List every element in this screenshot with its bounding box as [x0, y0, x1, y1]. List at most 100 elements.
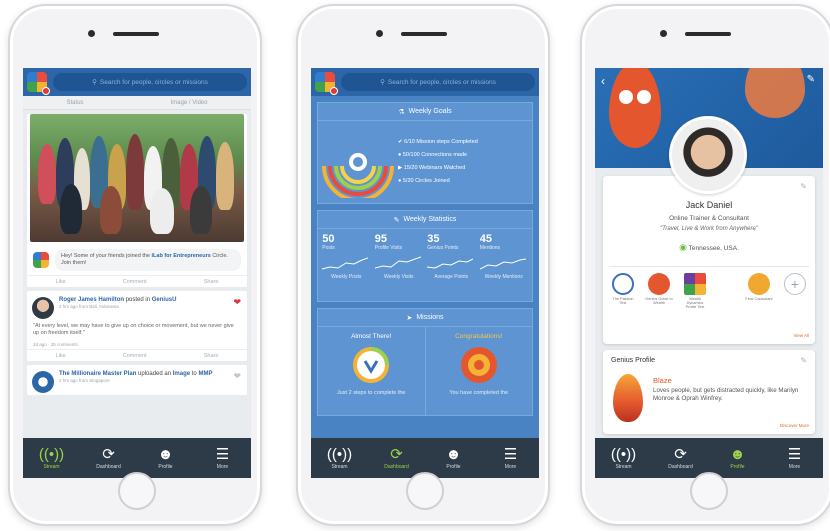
front-camera [376, 30, 383, 37]
tab-stream[interactable]: ((•)) Stream [595, 438, 652, 478]
tab-dashboard[interactable]: ⟳ Dashboard [80, 438, 137, 478]
stat-value: 45 [479, 233, 492, 245]
join-message-text: Hey! Some of your friends joined the [61, 253, 150, 259]
share-button[interactable]: Share [204, 353, 219, 359]
discover-more-link[interactable]: Discover More [780, 423, 809, 428]
refresh-icon: ⟳ [674, 445, 687, 463]
heart-icon[interactable]: ❤ [233, 297, 241, 308]
tab-profile[interactable]: ☻ Profile [425, 438, 482, 478]
post-author-link[interactable]: Roger James Hamilton [59, 297, 124, 303]
edit-icon[interactable]: ✎ [807, 74, 815, 85]
join-message[interactable]: Hey! Some of your friends joined the iLa… [55, 249, 241, 271]
search-input[interactable]: ⚲ Search for people, circles or missions [341, 73, 535, 91]
heart-icon[interactable]: ❤ [233, 371, 241, 382]
back-chevron-icon[interactable]: ‹ [601, 74, 605, 88]
badge-label: Wealth Dynamics Profile Test [685, 297, 705, 309]
menu-icon: ☰ [787, 445, 802, 463]
profile-name: Jack Daniel [685, 200, 733, 210]
weekly-statistics-panel: ✎ Weekly Statistics 50 Posts Weekly Posts… [317, 210, 533, 302]
home-button[interactable] [118, 472, 156, 510]
home-button[interactable] [406, 472, 444, 510]
goal-text: 50/100 Connections made [402, 152, 468, 158]
earpiece-speaker [685, 32, 731, 36]
tab-label: Profile [730, 463, 745, 470]
mission-congratulations[interactable]: Congratulations! You have completed the [424, 327, 533, 415]
tab-profile[interactable]: ☻ Profile [709, 438, 766, 478]
post-author-link[interactable]: The Millionaire Master Plan [59, 371, 136, 377]
stat-value: 95 [374, 233, 387, 245]
stat-caption: Mentions [479, 245, 501, 251]
edit-icon[interactable]: ✎ [800, 356, 807, 365]
like-button[interactable]: Like [56, 279, 66, 285]
mission-almost-there[interactable]: Almost There! Just 2 steps to complete t… [318, 327, 425, 415]
panel-header: ✎ Weekly Statistics [318, 211, 532, 229]
sparkline [479, 258, 526, 270]
add-badge-button[interactable]: + [781, 273, 809, 309]
tab-more[interactable]: ☰ More [482, 438, 539, 478]
app-logo-icon[interactable] [27, 72, 50, 95]
comment-button[interactable]: Comment [123, 353, 147, 359]
avatar[interactable] [32, 297, 54, 319]
tab-more[interactable]: ☰ More [194, 438, 251, 478]
circle-logo-icon [33, 252, 49, 268]
tab-dashboard[interactable]: ⟳ Dashboard [652, 438, 709, 478]
person-icon: ☻ [729, 445, 746, 463]
badge-label: Genius Guide to Wealth [645, 297, 673, 305]
share-button[interactable]: Share [204, 279, 219, 285]
profile-location: ◉ Tennessee, USA. [603, 242, 815, 253]
search-input[interactable]: ⚲ Search for people, circles or missions [53, 73, 247, 91]
app-logo-icon[interactable] [315, 72, 338, 95]
genius-profile-card: Genius Profile ✎ Blaze Loves people, but… [603, 350, 815, 434]
tab-stream[interactable]: ((•)) Stream [23, 438, 80, 478]
post-object-link[interactable]: Image [173, 371, 190, 377]
badge-flow-consultant[interactable]: Flow Consultant [745, 273, 773, 309]
stat-value: 35 [427, 233, 440, 245]
view-all-link[interactable]: View All [793, 333, 809, 338]
badge-wealth-dynamics[interactable]: Wealth Dynamics Profile Test [681, 273, 709, 309]
badge-genius-guide[interactable]: Genius Guide to Wealth [645, 273, 673, 309]
tab-dashboard[interactable]: ⟳ Dashboard [368, 438, 425, 478]
genius-profile-title: Genius Profile [611, 357, 655, 364]
stat-mentions[interactable]: 45 Mentions Weekly Mentions [479, 233, 528, 297]
sparkline [374, 256, 421, 269]
avatar[interactable] [32, 371, 54, 393]
flask-icon: ⚗ [398, 108, 405, 116]
plus-icon: + [784, 273, 806, 295]
badge-passion-test[interactable]: The Passion Test [609, 273, 637, 309]
edit-icon[interactable]: ✎ [800, 182, 807, 191]
stat-value: 50 [322, 233, 335, 245]
goal-item: ▶ 15/20 Webinars Watched [398, 165, 466, 171]
flow-badge-icon [748, 273, 770, 295]
home-button[interactable] [690, 472, 728, 510]
stat-visits[interactable]: 95 Profile Visits Weekly Visits [374, 233, 423, 297]
tab-label: Dashboard [668, 463, 693, 470]
mission-text: You have completed the [449, 390, 509, 396]
post-target-link[interactable]: MMP [198, 371, 212, 377]
circle-link[interactable]: iLab for Entrepreneurs [152, 253, 211, 259]
avatar[interactable] [669, 116, 747, 194]
goal-item: ● 50/100 Connections made [398, 152, 468, 158]
stats-row: 50 Posts Weekly Posts 95 Profile Visits … [318, 229, 532, 301]
stat-posts[interactable]: 50 Posts Weekly Posts [322, 233, 370, 297]
search-placeholder: Search for people, circles or missions [99, 78, 208, 86]
badges-row: The Passion Test Genius Guide to Wealth … [609, 266, 809, 309]
comment-button[interactable]: Comment [123, 279, 147, 285]
status-button[interactable]: Status [67, 100, 84, 106]
post-card: Roger James Hamilton posted in GeniusU 2… [27, 291, 247, 361]
post-title: The Millionaire Master Plan uploaded an … [59, 371, 212, 377]
card-actions: Like Comment Share [27, 275, 247, 287]
image-video-button[interactable]: Image / Video [171, 100, 208, 106]
stat-points[interactable]: 35 Genius Points Average Points [427, 233, 475, 297]
like-button[interactable]: Like [56, 353, 66, 359]
tab-more[interactable]: ☰ More [766, 438, 823, 478]
profile-role: Online Trainer & Consultant [669, 215, 749, 222]
stat-footer: Weekly Visits [383, 274, 414, 280]
earpiece-speaker [113, 32, 159, 36]
post-target-link[interactable]: GeniusU [152, 297, 177, 303]
top-bar: ⚲ Search for people, circles or missions [311, 68, 539, 96]
stat-footer: Weekly Mentions [484, 274, 523, 280]
mascot-flame [609, 68, 661, 148]
tab-stream[interactable]: ((•)) Stream [311, 438, 368, 478]
tab-profile[interactable]: ☻ Profile [137, 438, 194, 478]
mission-badge-icon [460, 347, 497, 383]
